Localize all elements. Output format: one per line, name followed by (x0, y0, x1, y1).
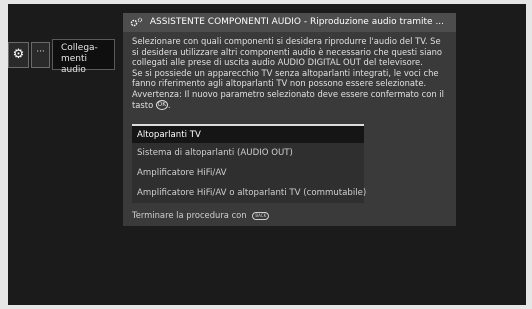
description-line: Avvertenza: Il nuovo parametro seleziona… (132, 88, 444, 99)
description-line: si desidera utilizzare altri componenti … (132, 46, 443, 57)
settings-gear-icon[interactable]: ⚙ (8, 42, 29, 68)
description-line: tasto OK. (132, 99, 171, 111)
frame-right (526, 0, 532, 309)
option-tv-speakers[interactable]: Altoparlanti TV (132, 124, 364, 143)
settings-gear-icon (130, 17, 146, 27)
description-line: Se si possiede un apparecchio TV senza a… (132, 67, 439, 78)
dialog-footer: Terminare la procedura con BACK (132, 210, 270, 220)
tv-screen: ⚙ ··· Collega-menti audio ASSISTENTE COM… (0, 0, 532, 309)
more-label: ··· (36, 47, 45, 57)
frame-top (0, 0, 532, 4)
description-line-end: tasto (132, 99, 154, 110)
audio-assistant-dialog: ASSISTENTE COMPONENTI AUDIO - Riproduzio… (123, 13, 456, 226)
frame-bottom (0, 305, 532, 309)
gear-icon: ⚙ (12, 47, 25, 62)
option-hifi-amplifier[interactable]: Amplificatore HiFi/AV (132, 164, 364, 183)
options-list: Altoparlanti TV Sistema di altoparlanti … (132, 124, 366, 203)
description-line: fanno riferimento agli altoparlanti TV n… (132, 78, 427, 89)
option-speaker-system[interactable]: Sistema di altoparlanti (AUDIO OUT) (132, 144, 364, 163)
frame-left (0, 0, 8, 309)
more-button[interactable]: ··· (31, 42, 50, 68)
ok-key-icon: OK (155, 100, 168, 111)
description-line: Selezionare con quali componenti si desi… (132, 36, 441, 46)
dialog-description: Selezionare con quali componenti si desi… (132, 36, 448, 111)
dialog-title: ASSISTENTE COMPONENTI AUDIO - Riproduzio… (149, 17, 445, 27)
dialog-title-bar: ASSISTENTE COMPONENTI AUDIO - Riproduzio… (123, 13, 456, 32)
description-line: collegati alle prese di uscita audio AUD… (132, 57, 423, 68)
back-key-icon: BACK (252, 211, 270, 220)
nav-item-label: Collega-menti audio (61, 43, 98, 75)
option-hifi-or-tv-switchable[interactable]: Amplificatore HiFi/AV o altoparlanti TV … (132, 184, 366, 203)
footer-text: Terminare la procedura con (132, 210, 247, 220)
nav-item-audio-connections[interactable]: Collega-menti audio (52, 39, 115, 75)
